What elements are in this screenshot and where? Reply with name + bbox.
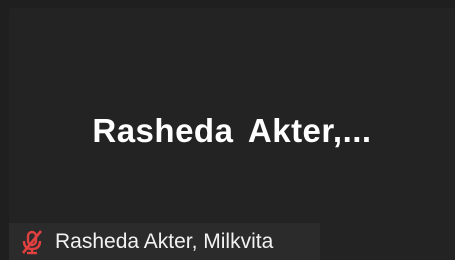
participant-name-label: Rasheda Akter, Milkvita — [55, 229, 274, 253]
mic-muted-icon — [19, 229, 45, 255]
participant-name-tag: Rasheda Akter, Milkvita — [9, 223, 320, 260]
video-call-frame: Rasheda Akter,... Rasheda Akter, Milkvit… — [0, 0, 455, 260]
participant-display-name: Rasheda Akter,... — [92, 112, 372, 149]
